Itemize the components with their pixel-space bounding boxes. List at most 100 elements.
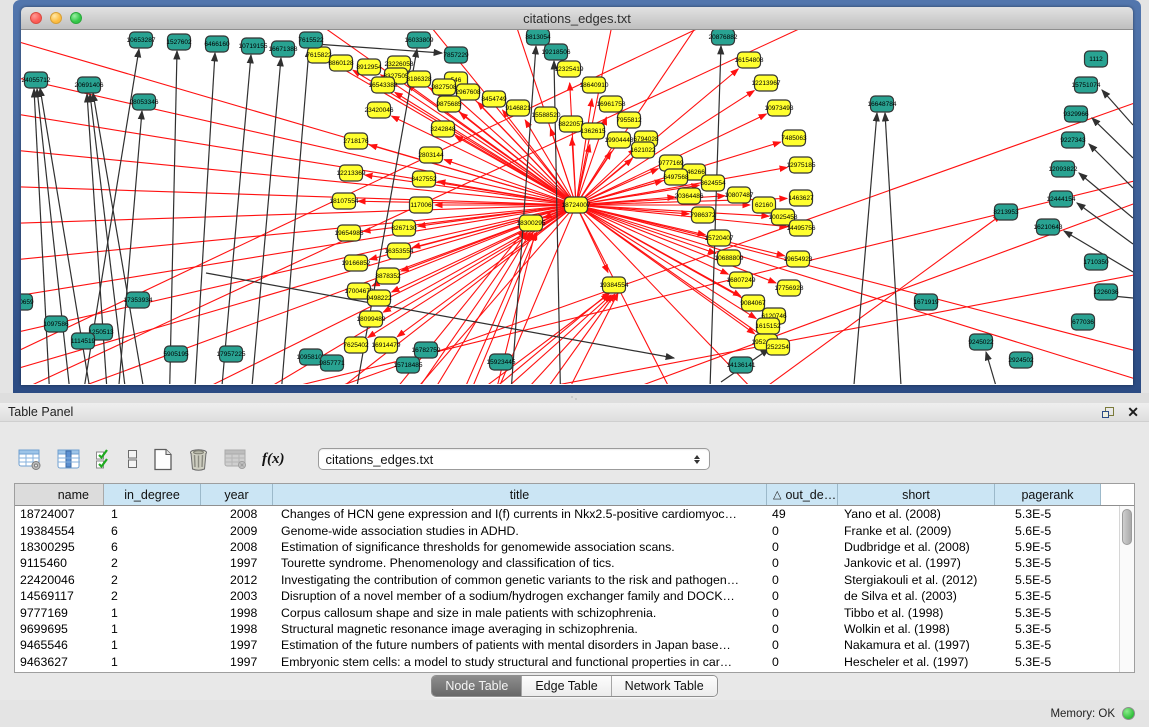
graph-node[interactable]: 8860128 xyxy=(328,55,354,71)
graph-node[interactable]: 16543382 xyxy=(369,77,398,93)
scrollbar-thumb[interactable] xyxy=(1122,509,1132,545)
graph-node[interactable]: 2803144 xyxy=(418,147,444,163)
graph-node[interactable]: 8186328 xyxy=(406,71,432,87)
graph-node[interactable]: 15718485 xyxy=(394,357,423,373)
graph-node[interactable]: 1710350 xyxy=(1083,254,1109,270)
close-panel-icon[interactable]: ✕ xyxy=(1127,405,1139,419)
graph-node[interactable]: 20364486 xyxy=(675,188,704,204)
tab-node-table[interactable]: Node Table xyxy=(432,676,521,696)
graph-node[interactable]: 18640910 xyxy=(580,77,609,93)
import-table-button-disabled[interactable] xyxy=(224,448,247,470)
graph-node[interactable]: 2718176 xyxy=(343,133,369,149)
graph-node[interactable]: 1097586 xyxy=(43,316,69,332)
graph-node[interactable]: 15923445 xyxy=(487,354,516,370)
graph-node[interactable]: 18724007 xyxy=(562,197,591,213)
table-row[interactable]: 946362711997Embryonic stem cells: a mode… xyxy=(15,654,1134,670)
graph-node[interactable]: 17957225 xyxy=(217,346,246,362)
graph-node[interactable]: 1226036 xyxy=(1093,284,1119,300)
network-canvas[interactable]: 7615822886012889129542322605883275058186… xyxy=(21,30,1133,385)
close-window-button[interactable] xyxy=(30,12,42,24)
graph-node[interactable]: 8427552 xyxy=(411,171,437,187)
graph-node[interactable]: 7955812 xyxy=(616,112,642,128)
graph-node[interactable]: 8267130 xyxy=(391,220,417,236)
graph-node[interactable]: 117006 xyxy=(410,197,433,213)
graph-node[interactable]: 7857229 xyxy=(443,47,469,63)
graph-node[interactable]: 17756928 xyxy=(775,280,804,296)
graph-node[interactable]: 14495756 xyxy=(787,220,816,236)
graph-node[interactable]: 10807487 xyxy=(725,187,754,203)
graph-node[interactable]: 19904448 xyxy=(605,132,634,148)
graph-node[interactable]: 6497568 xyxy=(663,169,689,185)
graph-node[interactable]: 677036 xyxy=(1072,314,1095,330)
graph-node[interactable]: 5905195 xyxy=(163,346,189,362)
graph-node[interactable]: 16154808 xyxy=(735,52,764,68)
function-builder-button[interactable]: f(x) xyxy=(262,451,285,468)
zoom-window-button[interactable] xyxy=(70,12,82,24)
new-table-button[interactable] xyxy=(153,448,173,471)
column-header-out_de[interactable]: △out_de… xyxy=(767,484,838,505)
graph-node[interactable]: 252254 xyxy=(767,339,790,355)
graph-node[interactable]: 18099489 xyxy=(357,311,386,327)
delete-table-button[interactable] xyxy=(188,448,209,471)
graph-node[interactable]: 7485063 xyxy=(781,130,807,146)
graph-node[interactable]: 23420046 xyxy=(365,102,394,118)
graph-node[interactable]: 12975185 xyxy=(787,157,816,173)
table-row[interactable]: 911546021997Tourette syndrome. Phenomeno… xyxy=(15,555,1134,571)
graph-node[interactable]: 1527602 xyxy=(166,34,192,50)
graph-node[interactable]: 12213967 xyxy=(752,75,781,91)
column-header-pagerank[interactable]: pagerank xyxy=(995,484,1101,505)
graph-node[interactable]: 19384554 xyxy=(600,277,629,293)
window-titlebar[interactable]: citations_edges.txt xyxy=(21,7,1133,30)
graph-node[interactable]: 28053346 xyxy=(130,94,159,110)
graph-node[interactable]: 7615522 xyxy=(298,32,324,48)
graph-node[interactable]: 9875685 xyxy=(436,96,462,112)
graph-node[interactable]: 19218506 xyxy=(542,44,571,60)
graph-node[interactable]: 9146821 xyxy=(505,100,531,116)
graph-node[interactable]: 18107554 xyxy=(330,193,359,209)
graph-node[interactable]: 9245022 xyxy=(968,334,994,350)
graph-node[interactable]: 7986372 xyxy=(690,207,716,223)
graph-node[interactable]: 9227343 xyxy=(1060,132,1086,148)
graph-node[interactable]: 8454749 xyxy=(481,91,507,107)
graph-node[interactable]: 3624554 xyxy=(700,175,726,191)
graph-node[interactable]: 19654985 xyxy=(335,225,364,241)
graph-node[interactable]: 8813054 xyxy=(525,30,551,45)
graph-node[interactable]: 1615152 xyxy=(755,318,781,334)
graph-node[interactable]: 10973493 xyxy=(765,100,794,116)
minimize-window-button[interactable] xyxy=(50,12,62,24)
graph-node[interactable]: 12444154 xyxy=(1047,191,1076,207)
graph-node[interactable]: 8878352 xyxy=(375,268,401,284)
graph-node[interactable]: 2520659 xyxy=(21,294,34,310)
select-all-rows-button[interactable] xyxy=(95,448,112,470)
graph-node[interactable]: 1463627 xyxy=(788,190,814,206)
graph-node[interactable]: 15720407 xyxy=(705,230,734,246)
graph-node[interactable]: 12325419 xyxy=(555,61,584,77)
select-column-button[interactable] xyxy=(57,448,80,471)
citation-network-graph[interactable]: 7615822886012889129542322605883275058186… xyxy=(21,30,1133,384)
graph-node[interactable]: 12093822 xyxy=(1049,161,1078,177)
column-header-year[interactable]: year xyxy=(201,484,273,505)
graph-node[interactable]: 16033809 xyxy=(405,32,434,48)
graph-node[interactable]: 10653287 xyxy=(127,32,156,48)
graph-node[interactable]: 2924502 xyxy=(1008,352,1034,368)
graph-node[interactable]: 1362615 xyxy=(580,123,606,139)
graph-node[interactable]: 9084067 xyxy=(740,295,766,311)
split-pane-divider[interactable] xyxy=(0,393,1149,403)
graph-node[interactable]: 15751074 xyxy=(1072,77,1101,93)
graph-node[interactable]: 9857771 xyxy=(319,355,345,371)
graph-node[interactable]: 15588520 xyxy=(532,107,561,123)
tab-network-table[interactable]: Network Table xyxy=(611,676,717,696)
graph-node[interactable]: 1112 xyxy=(1085,51,1108,67)
table-source-select[interactable]: citations_edges.txt xyxy=(318,448,710,470)
table-row[interactable]: 1456911722003Disruption of a novel membe… xyxy=(15,588,1134,604)
graph-node[interactable]: 20876882 xyxy=(709,30,738,45)
graph-node[interactable]: 12213369 xyxy=(337,165,366,181)
column-header-short[interactable]: short xyxy=(838,484,995,505)
column-header-title[interactable]: title xyxy=(273,484,767,505)
float-panel-icon[interactable] xyxy=(1101,406,1115,419)
graph-node[interactable]: 16782759 xyxy=(412,342,441,358)
table-row[interactable]: 1872400712008Changes of HCN gene express… xyxy=(15,506,1134,522)
table-row[interactable]: 977716911998Corpus callosum shape and si… xyxy=(15,604,1134,620)
graph-node[interactable]: 19654923 xyxy=(784,251,813,267)
table-vertical-scrollbar[interactable] xyxy=(1119,506,1134,672)
